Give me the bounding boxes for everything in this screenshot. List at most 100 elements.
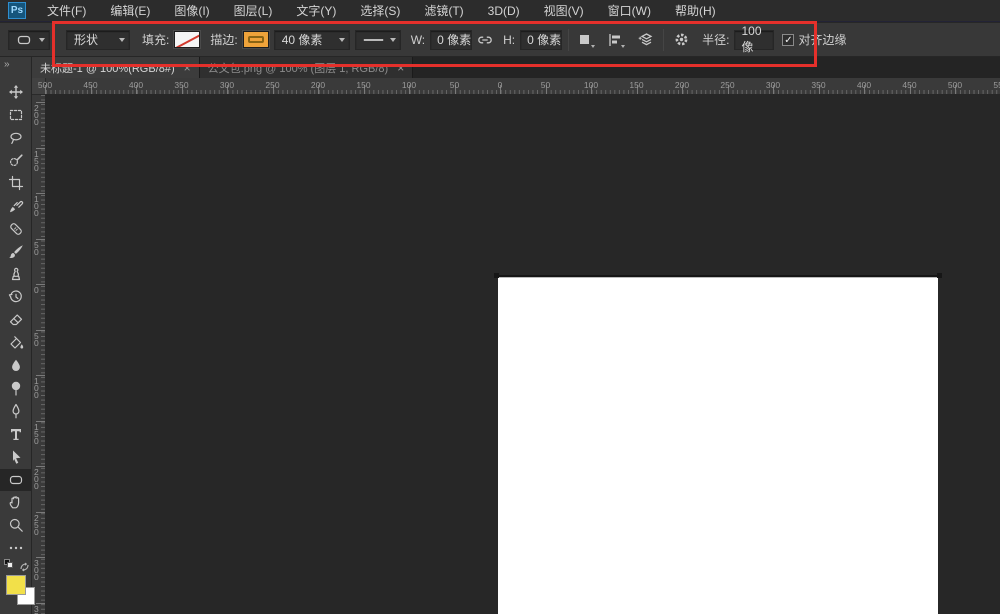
tools-panel: » xyxy=(0,57,32,614)
path-arrangement-button[interactable] xyxy=(635,29,657,51)
shape-width-input[interactable]: 0 像素 xyxy=(430,30,472,50)
eraser-tool[interactable] xyxy=(0,309,32,331)
stroke-label: 描边: xyxy=(210,31,237,48)
path-operations-button[interactable] xyxy=(575,29,597,51)
pen-tool[interactable] xyxy=(0,400,32,422)
color-picker-widget xyxy=(2,559,32,613)
tool-mode-value: 形状 xyxy=(74,31,98,48)
h-ruler-label: 200 xyxy=(675,80,689,90)
hand-tool[interactable] xyxy=(0,491,32,513)
separator xyxy=(663,29,664,51)
menu-item-0[interactable]: 文件(F) xyxy=(35,0,98,22)
horizontal-ruler: 5004504003503002502001501005005010015020… xyxy=(46,78,1000,95)
align-edges-checkbox[interactable]: ✓ xyxy=(782,34,794,46)
blur-tool[interactable] xyxy=(0,355,32,377)
type-tool[interactable] xyxy=(0,423,32,445)
corner-radius-input[interactable]: 100 像 xyxy=(734,30,774,50)
menu-item-4[interactable]: 文字(Y) xyxy=(284,0,348,22)
collapse-panel-button[interactable]: » xyxy=(0,57,31,77)
h-ruler-label: 100 xyxy=(402,80,416,90)
document-tab-1[interactable]: 公文包.png @ 100% (图层 1, RGB/8)× xyxy=(200,57,414,78)
rounded-rectangle-preset-icon xyxy=(16,32,32,48)
menu-item-7[interactable]: 3D(D) xyxy=(476,0,532,22)
stamp-tool[interactable] xyxy=(0,263,32,285)
tab-close-icon[interactable]: × xyxy=(397,61,404,75)
tool-mode-dropdown[interactable]: 形状 xyxy=(66,30,130,50)
more-tools[interactable] xyxy=(0,537,32,559)
chevron-down-icon xyxy=(390,38,396,42)
healing-tool[interactable] xyxy=(0,218,32,240)
default-colors-icon[interactable] xyxy=(4,559,14,569)
h-ruler-label: 350 xyxy=(811,80,825,90)
menu-item-1[interactable]: 编辑(E) xyxy=(98,0,162,22)
lasso-tool[interactable] xyxy=(0,127,32,149)
dodge-tool[interactable] xyxy=(0,377,32,399)
vertical-ruler: 20015010050050100150200250300350 xyxy=(32,95,46,614)
canvas-corner-mark xyxy=(937,273,942,278)
h-ruler-label: 300 xyxy=(766,80,780,90)
h-ruler-label: 500 xyxy=(948,80,962,90)
document-canvas[interactable] xyxy=(498,277,938,614)
v-ruler-label: 150 xyxy=(34,151,43,172)
brush-tool[interactable] xyxy=(0,241,32,263)
menu-bar: Ps 文件(F)编辑(E)图像(I)图层(L)文字(Y)选择(S)滤镜(T)3D… xyxy=(0,0,1000,22)
marquee-tool[interactable] xyxy=(0,104,32,126)
menu-item-2[interactable]: 图像(I) xyxy=(162,0,221,22)
h-ruler-label: 450 xyxy=(902,80,916,90)
h-ruler-label: 150 xyxy=(629,80,643,90)
width-label: W: xyxy=(411,33,425,47)
menu-item-3[interactable]: 图层(L) xyxy=(222,0,285,22)
h-ruler-label: 500 xyxy=(38,80,52,90)
menu-item-8[interactable]: 视图(V) xyxy=(532,0,596,22)
menu-items: 文件(F)编辑(E)图像(I)图层(L)文字(Y)选择(S)滤镜(T)3D(D)… xyxy=(35,0,728,22)
height-label: H: xyxy=(503,33,515,47)
zoom-tool[interactable] xyxy=(0,514,32,536)
menu-item-6[interactable]: 滤镜(T) xyxy=(412,0,475,22)
document-tab-bar: 未标题-1 @ 100%(RGB/8#)×公文包.png @ 100% (图层 … xyxy=(32,57,1000,78)
history-tool[interactable] xyxy=(0,286,32,308)
tab-title: 未标题-1 @ 100%(RGB/8#) xyxy=(40,60,175,76)
v-ruler-label: 0 xyxy=(34,287,43,294)
h-ruler-label: 50 xyxy=(541,80,550,90)
stroke-type-dropdown[interactable] xyxy=(355,30,401,50)
menu-item-5[interactable]: 选择(S) xyxy=(348,0,412,22)
stroke-color-swatch[interactable] xyxy=(243,31,269,48)
shape-height-value: 0 像素 xyxy=(527,31,561,48)
menu-item-9[interactable]: 窗口(W) xyxy=(596,0,663,22)
foreground-color-swatch[interactable] xyxy=(6,575,26,595)
chevron-down-icon xyxy=(621,45,625,48)
rounded-rectangle-tool[interactable] xyxy=(0,469,32,491)
canvas-corner-mark xyxy=(494,273,499,278)
bucket-tool[interactable] xyxy=(0,332,32,354)
menu-item-10[interactable]: 帮助(H) xyxy=(663,0,728,22)
quick-select-tool[interactable] xyxy=(0,149,32,171)
move-tool[interactable] xyxy=(0,81,32,103)
fill-label: 填充: xyxy=(142,31,169,48)
link-dimensions-icon[interactable] xyxy=(474,29,496,51)
radius-label: 半径: xyxy=(702,31,729,48)
eyedropper-tool[interactable] xyxy=(0,195,32,217)
tool-options-bar: 形状 填充: 描边: 40 像素 W: 0 像素 H: 0 像素 xyxy=(0,23,1000,57)
path-alignment-button[interactable] xyxy=(605,29,627,51)
chevron-down-icon xyxy=(591,45,595,48)
tool-preset-picker[interactable] xyxy=(8,30,50,50)
h-ruler-label: 250 xyxy=(265,80,279,90)
h-ruler-label: 150 xyxy=(356,80,370,90)
document-tab-0[interactable]: 未标题-1 @ 100%(RGB/8#) × xyxy=(32,57,200,78)
select-arrow-tool[interactable] xyxy=(0,446,32,468)
crop-tool[interactable] xyxy=(0,172,32,194)
shape-settings-gear-icon[interactable] xyxy=(670,29,692,51)
canvas-pasteboard xyxy=(46,95,1000,614)
fill-color-swatch[interactable] xyxy=(174,31,200,48)
v-ruler-label: 150 xyxy=(34,424,43,445)
v-ruler-label: 50 xyxy=(34,333,43,347)
h-ruler-label: 50 xyxy=(450,80,459,90)
tab-close-icon[interactable]: × xyxy=(184,61,191,75)
h-ruler-label: 400 xyxy=(129,80,143,90)
stroke-width-input[interactable]: 40 像素 xyxy=(274,30,350,50)
separator xyxy=(568,29,569,51)
chevron-down-icon xyxy=(339,38,345,42)
shape-height-input[interactable]: 0 像素 xyxy=(520,30,562,50)
h-ruler-label: 300 xyxy=(220,80,234,90)
h-ruler-label: 0 xyxy=(498,80,503,90)
